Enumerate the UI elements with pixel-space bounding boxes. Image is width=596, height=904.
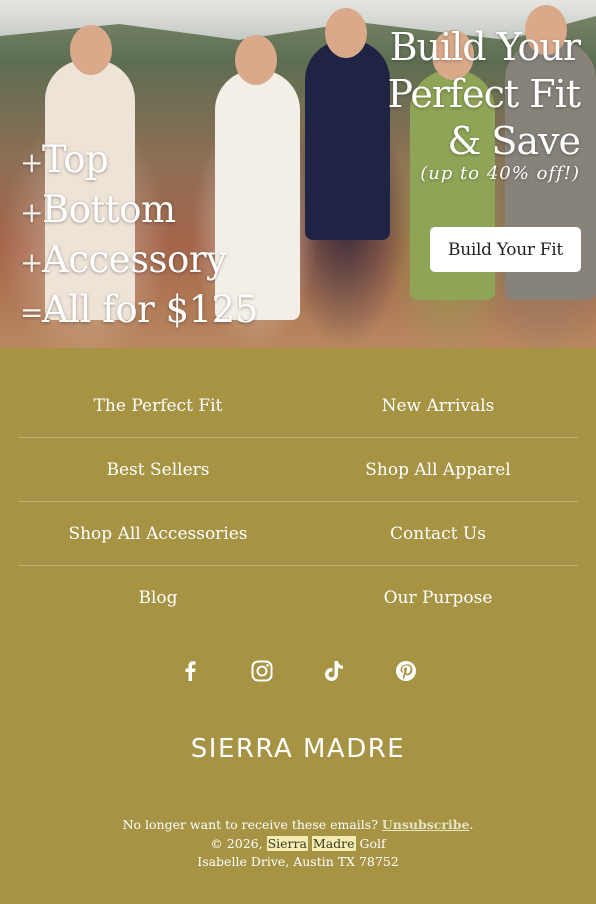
unsubscribe-period: . bbox=[469, 817, 474, 832]
bundle-line-text: Bottom bbox=[42, 188, 176, 231]
copyright-line: © 2026, Sierra Madre Golf bbox=[0, 835, 596, 854]
instagram-icon[interactable] bbox=[249, 658, 275, 684]
bundle-line: +Bottom bbox=[20, 186, 258, 236]
company-name-part: Sierra bbox=[266, 835, 308, 851]
headline-line: Build Your bbox=[389, 25, 581, 69]
bundle-symbol: = bbox=[20, 296, 43, 329]
company-name-part: Madre bbox=[311, 835, 356, 851]
nav-link-shop-all-accessories[interactable]: Shop All Accessories bbox=[18, 524, 298, 544]
tiktok-icon[interactable] bbox=[321, 658, 347, 684]
copyright-prefix: © 2026, bbox=[210, 835, 263, 851]
email-footer: No longer want to receive these emails? … bbox=[0, 816, 596, 872]
headline-line: Perfect Fit bbox=[387, 72, 581, 116]
nav-link-shop-all-apparel[interactable]: Shop All Apparel bbox=[298, 460, 578, 480]
nav-row: Best Sellers Shop All Apparel bbox=[18, 438, 578, 502]
brand-logo: SIERRA MADRE bbox=[190, 734, 406, 764]
bundle-symbol: + bbox=[20, 246, 43, 279]
bundle-symbol: + bbox=[20, 146, 43, 179]
facebook-icon[interactable] bbox=[177, 658, 203, 684]
hero-photo-head bbox=[325, 8, 367, 58]
nav-row: Blog Our Purpose bbox=[18, 566, 578, 630]
hero-banner[interactable]: +Top +Bottom +Accessory =All for $125 Bu… bbox=[0, 0, 596, 348]
unsubscribe-prompt: No longer want to receive these emails? bbox=[122, 817, 378, 832]
nav-link-best-sellers[interactable]: Best Sellers bbox=[18, 460, 298, 480]
company-suffix: Golf bbox=[359, 835, 386, 851]
hero-photo-head bbox=[70, 25, 112, 75]
nav-link-perfect-fit[interactable]: The Perfect Fit bbox=[18, 396, 298, 416]
footer-nav: The Perfect Fit New Arrivals Best Seller… bbox=[0, 348, 596, 630]
nav-row: Shop All Accessories Contact Us bbox=[18, 502, 578, 566]
nav-link-our-purpose[interactable]: Our Purpose bbox=[298, 588, 578, 608]
unsubscribe-link[interactable]: Unsubscribe bbox=[382, 817, 470, 832]
bundle-line: +Accessory bbox=[20, 236, 258, 286]
bundle-line-text: All for $125 bbox=[42, 288, 258, 331]
bundle-offer-text: +Top +Bottom +Accessory =All for $125 bbox=[20, 136, 258, 336]
hero-photo-person bbox=[305, 40, 390, 240]
discount-note: (up to 40% off!) bbox=[420, 163, 580, 184]
bundle-symbol: + bbox=[20, 196, 43, 229]
pinterest-icon[interactable] bbox=[393, 658, 419, 684]
hero-headline: Build Your Perfect Fit & Save (up to 40%… bbox=[388, 24, 581, 187]
headline-line: & Save bbox=[447, 119, 581, 163]
address-line: Isabelle Drive, Austin TX 78752 bbox=[197, 854, 399, 869]
social-links bbox=[0, 658, 596, 684]
bundle-line-text: Top bbox=[42, 138, 109, 181]
hero-photo-head bbox=[235, 35, 277, 85]
nav-link-blog[interactable]: Blog bbox=[18, 588, 298, 608]
nav-row: The Perfect Fit New Arrivals bbox=[18, 374, 578, 438]
bundle-line-text: Accessory bbox=[42, 238, 227, 281]
build-your-fit-button[interactable]: Build Your Fit bbox=[430, 227, 581, 272]
bundle-line: =All for $125 bbox=[20, 286, 258, 336]
nav-link-contact-us[interactable]: Contact Us bbox=[298, 524, 578, 544]
bundle-line: +Top bbox=[20, 136, 258, 186]
unsubscribe-line: No longer want to receive these emails? … bbox=[0, 816, 596, 835]
nav-link-new-arrivals[interactable]: New Arrivals bbox=[298, 396, 578, 416]
